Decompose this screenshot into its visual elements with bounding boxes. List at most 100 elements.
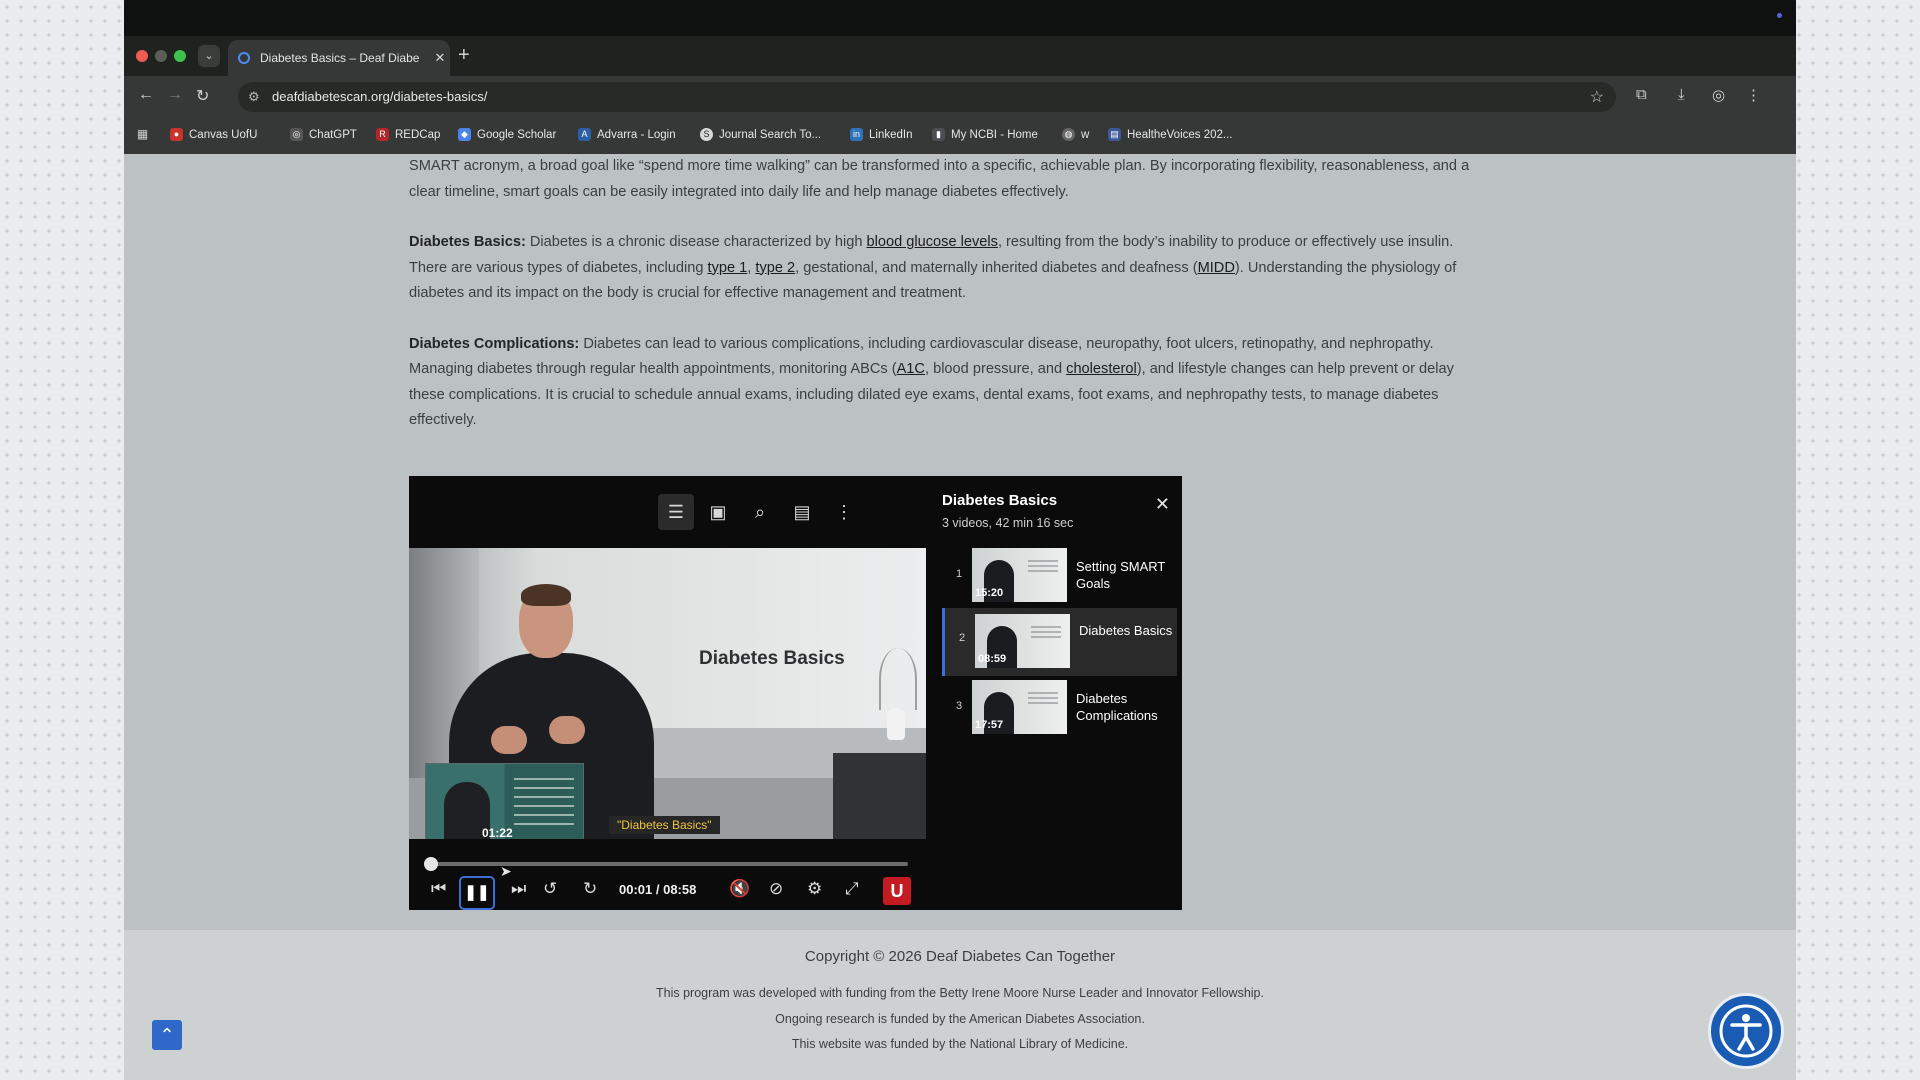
playlist-subtitle: 3 videos, 42 min 16 sec	[942, 516, 1074, 530]
playlist-item-title: Diabetes Basics	[1079, 623, 1173, 638]
tab-active[interactable]: Diabetes Basics – Deaf Diabe ✕	[228, 40, 450, 76]
pause-button[interactable]: ❚❚	[459, 876, 495, 910]
section-label: Diabetes Complications:	[409, 335, 580, 352]
site-settings-icon[interactable]: ⚙	[248, 89, 260, 105]
previous-track-icon[interactable]: ⏮	[431, 879, 446, 899]
bookmark-advarra[interactable]: A Advarra - Login	[578, 128, 676, 141]
bookmark-healthevoices[interactable]: ▤ HealtheVoices 202...	[1108, 128, 1233, 141]
paragraph-text: , gestational, and maternally inherited …	[795, 259, 1198, 276]
time-display: 00:01 / 08:58	[619, 882, 697, 897]
profile-icon[interactable]: ◎	[1712, 86, 1725, 104]
accessibility-person-icon	[1719, 1004, 1773, 1058]
rewind-10-icon[interactable]: ↺	[543, 879, 557, 899]
playlist-item[interactable]: 3 17:57 Diabetes Complications	[942, 676, 1177, 742]
browser-menu-icon[interactable]: ⋮	[1746, 86, 1761, 104]
new-tab-plus-icon[interactable]: +	[458, 44, 470, 67]
bookmark-chatgpt[interactable]: ◎ ChatGPT	[290, 128, 357, 141]
link-blood-glucose[interactable]: blood glucose levels	[867, 234, 998, 250]
bookmark-journal-search[interactable]: S Journal Search To...	[700, 128, 821, 141]
bookmark-star-icon[interactable]: ☆	[1590, 87, 1604, 107]
article-content: SMART acronym, a broad goal like “spend …	[409, 154, 1479, 459]
playlist-thumbnail: 17:57	[972, 680, 1067, 734]
captions-off-icon[interactable]: ⊘	[769, 879, 783, 899]
bookmark-google-scholar[interactable]: ◆ Google Scholar	[458, 128, 556, 141]
video-dark-cabinet	[833, 753, 926, 839]
bookmark-label: ChatGPT	[309, 128, 357, 141]
scroll-to-top-button[interactable]: ⌃	[152, 1020, 182, 1050]
close-window-button[interactable]	[136, 50, 148, 62]
playlist-item-active[interactable]: 2 08:59 Diabetes Basics	[942, 608, 1177, 676]
link-type-2[interactable]: type 2	[755, 260, 795, 276]
presenter-hand-left	[491, 726, 527, 754]
download-icon[interactable]: ⤓	[1678, 86, 1685, 103]
paragraph-diabetes-basics: Diabetes Basics: Diabetes is a chronic d…	[409, 230, 1479, 307]
tab-search-chevron-icon[interactable]: ⌄	[198, 45, 220, 67]
player-top-toolbar: ☰ ▣ ⌕ ▤ ⋮	[409, 476, 926, 548]
bookmark-label: Advarra - Login	[597, 128, 676, 141]
apps-grid-icon[interactable]: ▦	[136, 128, 155, 141]
bookmark-linkedin[interactable]: in LinkedIn	[850, 128, 912, 141]
bookmark-label: My NCBI - Home	[951, 128, 1038, 141]
playlist-duration: 15:20	[975, 587, 1004, 599]
video-vase	[887, 708, 905, 740]
more-options-icon[interactable]: ⋮	[826, 494, 862, 530]
link-cholesterol[interactable]: cholesterol	[1066, 361, 1137, 377]
next-track-icon[interactable]: ⏭	[511, 879, 526, 899]
link-type-1[interactable]: type 1	[708, 260, 748, 276]
playlist-thumbnail: 08:59	[975, 614, 1070, 668]
zoom-window-button[interactable]	[174, 50, 186, 62]
link-a1c[interactable]: A1C	[897, 361, 925, 377]
transcript-icon[interactable]: ▤	[784, 494, 820, 530]
playlist-panel: Diabetes Basics 3 videos, 42 min 16 sec …	[926, 476, 1182, 910]
bookmark-canvas[interactable]: ● Canvas UofU	[170, 128, 257, 141]
picture-in-picture-icon[interactable]: ▣	[700, 494, 736, 530]
playlist-item-number: 3	[956, 700, 963, 712]
page-viewport: SMART acronym, a broad goal like “spend …	[124, 154, 1796, 1080]
search-icon[interactable]: ⌕	[742, 494, 778, 530]
playlist-duration: 08:59	[978, 653, 1007, 665]
preview-slide-text	[514, 778, 574, 828]
tab-close-icon[interactable]: ✕	[430, 50, 450, 66]
link-midd[interactable]: MIDD	[1198, 260, 1235, 276]
url-text[interactable]: deafdiabetescan.org/diabetes-basics/	[272, 89, 487, 104]
paragraph-text: SMART acronym, a broad goal like “spend …	[409, 158, 1470, 200]
bookmarks-bar: ▦ ● Canvas UofU ◎ ChatGPT R REDCap ◆ Google …	[124, 118, 1796, 155]
forward-10-icon[interactable]: ↻	[583, 879, 597, 899]
mute-icon[interactable]: 🔇	[729, 879, 750, 899]
playlist-item-title: Setting SMART Goals	[1076, 559, 1166, 591]
bookmark-label: w	[1081, 128, 1090, 141]
section-label: Diabetes Basics:	[409, 234, 526, 250]
bookmark-redcap[interactable]: R REDCap	[376, 128, 440, 141]
minimize-window-button[interactable]	[155, 50, 167, 62]
extensions-icon[interactable]: ⧉	[1636, 86, 1647, 103]
accessibility-widget-button[interactable]	[1708, 993, 1784, 1069]
forward-arrow-icon[interactable]: →	[167, 86, 183, 104]
settings-gear-icon[interactable]: ⚙	[807, 879, 822, 899]
bookmark-my-ncbi[interactable]: ▮ My NCBI - Home	[932, 128, 1038, 141]
address-bar[interactable]: ⚙ deafdiabetescan.org/diabetes-basics/ ☆	[238, 82, 1616, 112]
paragraph-diabetes-complications: Diabetes Complications: Diabetes can lea…	[409, 332, 1479, 434]
video-player: ☰ ▣ ⌕ ▤ ⋮ Diabetes Basics "Diabetes Basi…	[409, 476, 1182, 910]
playlist-item[interactable]: 1 15:20 Setting SMART Goals	[942, 544, 1177, 610]
presenter-hand-right	[549, 716, 585, 744]
video-frame[interactable]: Diabetes Basics "Diabetes Basics" 01:22	[409, 548, 926, 839]
playlist-thumbnail: 15:20	[972, 548, 1067, 602]
screen-top-strip	[124, 0, 1796, 36]
footer-funding-line: This website was funded by the National …	[791, 1037, 1129, 1051]
playlist-close-icon[interactable]: ✕	[1155, 494, 1170, 515]
seek-knob[interactable]	[424, 857, 438, 871]
player-controls: ➤ ⏮ ❚❚ ⏭ ↺ ↻ 00:01 / 08:58 🔇 ⊘ ⚙ ⤢ U	[409, 839, 926, 910]
university-logo[interactable]: U	[883, 877, 911, 905]
fullscreen-icon[interactable]: ⤢	[845, 879, 859, 899]
tab-title: Diabetes Basics – Deaf Diabe	[260, 51, 420, 65]
bookmark-w[interactable]: ◍ w	[1062, 128, 1089, 141]
paragraph-smart-goals: SMART acronym, a broad goal like “spend …	[409, 154, 1479, 205]
video-plant	[879, 648, 917, 710]
bookmark-label: LinkedIn	[869, 128, 913, 141]
reload-icon[interactable]: ↻	[196, 86, 209, 106]
video-caption: "Diabetes Basics"	[609, 816, 720, 834]
footer-funding-line: Ongoing research is funded by the Americ…	[775, 1012, 1145, 1026]
playlist-toggle-icon[interactable]: ☰	[658, 494, 694, 530]
back-arrow-icon[interactable]: ←	[138, 86, 154, 104]
bookmark-label: HealtheVoices 202...	[1127, 128, 1233, 141]
